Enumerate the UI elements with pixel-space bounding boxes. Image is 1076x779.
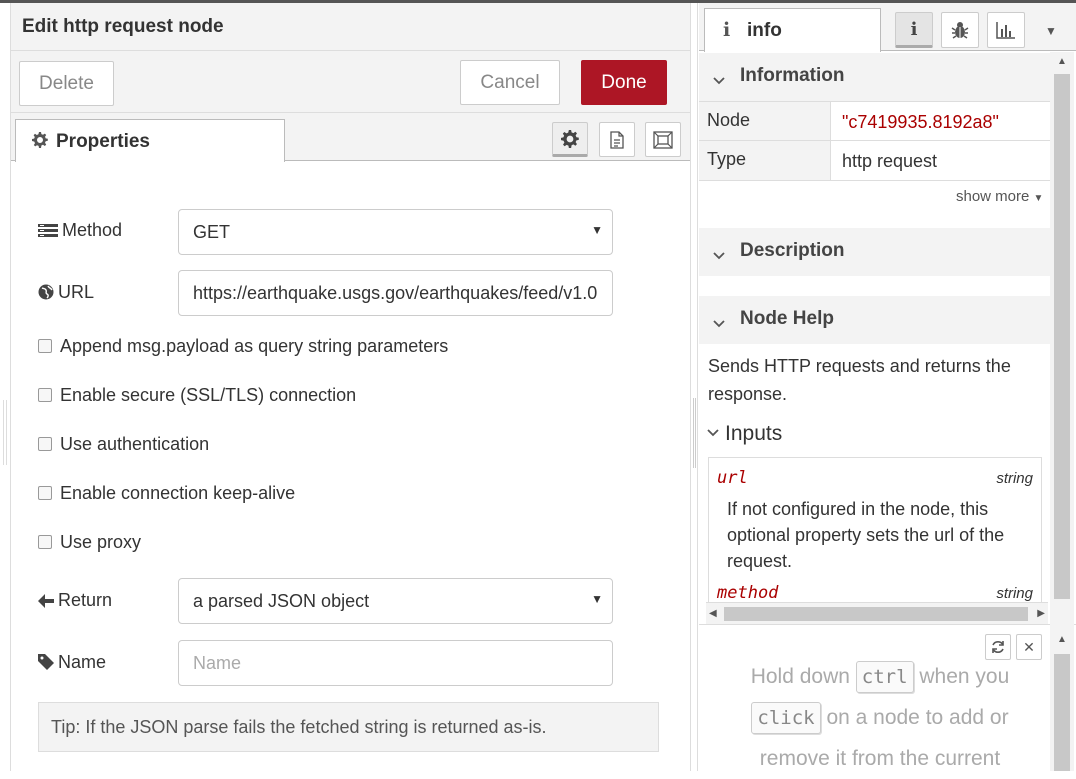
scrollbar-thumb[interactable]: [1054, 74, 1070, 599]
tray-title: Edit http request node: [11, 3, 690, 51]
show-more-link[interactable]: show more ▼: [956, 188, 1043, 205]
help-horizontal-scrollbar[interactable]: ◀ ▶: [706, 602, 1048, 624]
tag-icon: [38, 654, 54, 670]
inputs-header[interactable]: Inputs: [707, 422, 782, 446]
info-icon: i: [910, 18, 918, 40]
caret-down-icon: ▼: [591, 592, 603, 606]
document-icon: [610, 130, 624, 149]
property-name: url: [717, 468, 748, 488]
scroll-up-icon[interactable]: ▲: [1057, 634, 1067, 645]
panel-splitter[interactable]: [690, 3, 698, 771]
append-payload-checkbox-row[interactable]: Append msg.payload as query string param…: [38, 336, 448, 357]
node-help-section-header[interactable]: Node Help: [699, 296, 1050, 344]
scroll-right-icon[interactable]: ▶: [1037, 608, 1045, 619]
tab-appearance[interactable]: [645, 122, 681, 157]
url-input[interactable]: https://earthquake.usgs.gov/earthquakes/…: [178, 270, 613, 316]
checkbox[interactable]: [38, 437, 52, 451]
scrollbar-thumb[interactable]: [724, 607, 1028, 621]
return-select[interactable]: a parsed JSON object ▼: [178, 578, 613, 624]
scroll-up-icon[interactable]: ▲: [1057, 56, 1067, 67]
property-name: method: [717, 583, 779, 603]
chevron-down-icon: [707, 429, 719, 437]
dashboard-tab-button[interactable]: [987, 12, 1025, 48]
selection-hint: Hold down ctrl when you click on a node …: [720, 656, 1040, 779]
checkbox[interactable]: [38, 535, 52, 549]
gear-icon: [561, 129, 579, 148]
property-type: string: [996, 470, 1033, 487]
method-select[interactable]: GET ▼: [178, 209, 613, 255]
caret-down-icon: ▼: [591, 223, 603, 237]
checkbox[interactable]: [38, 339, 52, 353]
cancel-button[interactable]: Cancel: [460, 60, 560, 105]
checkbox[interactable]: [38, 486, 52, 500]
refresh-icon: [992, 641, 1004, 653]
info-row-type: Type http request: [699, 141, 1050, 181]
info-tab-button[interactable]: i: [895, 12, 933, 48]
description-section-header[interactable]: Description: [699, 228, 1050, 276]
sidebar-vertical-scrollbar[interactable]: ▲: [1050, 52, 1074, 624]
debug-tab-button[interactable]: [941, 12, 979, 48]
sidebar-menu-caret-icon[interactable]: ▼: [1045, 24, 1057, 38]
node-id-value[interactable]: "c7419935.8192a8": [842, 112, 999, 133]
bug-icon: [951, 22, 969, 39]
scroll-left-icon[interactable]: ◀: [709, 608, 717, 619]
gear-icon: [32, 132, 48, 154]
ctrl-key: ctrl: [855, 661, 914, 693]
help-text: Sends HTTP requests and returns the resp…: [708, 356, 1011, 404]
arrow-left-icon: [38, 594, 54, 608]
url-label: URL: [38, 282, 94, 303]
lower-vertical-scrollbar[interactable]: ▲: [1050, 624, 1074, 771]
globe-icon: [38, 284, 54, 300]
tab-settings[interactable]: [552, 122, 588, 157]
tip-box: Tip: If the JSON parse fails the fetched…: [38, 702, 659, 752]
chevron-down-icon: [713, 312, 725, 334]
chevron-down-icon: [713, 244, 725, 266]
splitter-grip[interactable]: [693, 398, 696, 468]
inputs-list: url string If not configured in the node…: [708, 457, 1042, 607]
delete-button[interactable]: Delete: [19, 61, 114, 106]
sidebar-tab-info[interactable]: i info: [704, 8, 881, 52]
info-row-node: Node "c7419935.8192a8": [699, 101, 1050, 141]
tab-properties[interactable]: Properties: [15, 119, 285, 162]
tasks-icon: [38, 224, 58, 237]
use-proxy-checkbox-row[interactable]: Use proxy: [38, 532, 141, 553]
click-key: click: [751, 702, 821, 734]
scrollbar-thumb[interactable]: [1054, 654, 1070, 771]
return-label: Return: [38, 590, 112, 611]
left-resize-grip[interactable]: [3, 400, 7, 465]
appearance-icon: [653, 130, 673, 149]
method-label: Method: [38, 220, 122, 241]
tab-description[interactable]: [599, 122, 635, 157]
name-input[interactable]: Name: [178, 640, 613, 686]
tab-properties-label: Properties: [56, 131, 150, 152]
done-button[interactable]: Done: [581, 60, 667, 105]
property-description: If not configured in the node, this opti…: [727, 499, 1005, 571]
bar-chart-icon: [996, 22, 1015, 39]
name-label: Name: [38, 652, 106, 673]
secure-connection-checkbox-row[interactable]: Enable secure (SSL/TLS) connection: [38, 385, 356, 406]
close-icon: ✕: [1023, 638, 1035, 655]
caret-down-icon: ▼: [1033, 193, 1044, 204]
information-section-header[interactable]: Information: [699, 53, 1050, 101]
use-authentication-checkbox-row[interactable]: Use authentication: [38, 434, 209, 455]
checkbox[interactable]: [38, 388, 52, 402]
chevron-down-icon: [713, 69, 725, 91]
property-type: string: [996, 585, 1033, 602]
info-icon: i: [723, 19, 731, 41]
keep-alive-checkbox-row[interactable]: Enable connection keep-alive: [38, 483, 295, 504]
